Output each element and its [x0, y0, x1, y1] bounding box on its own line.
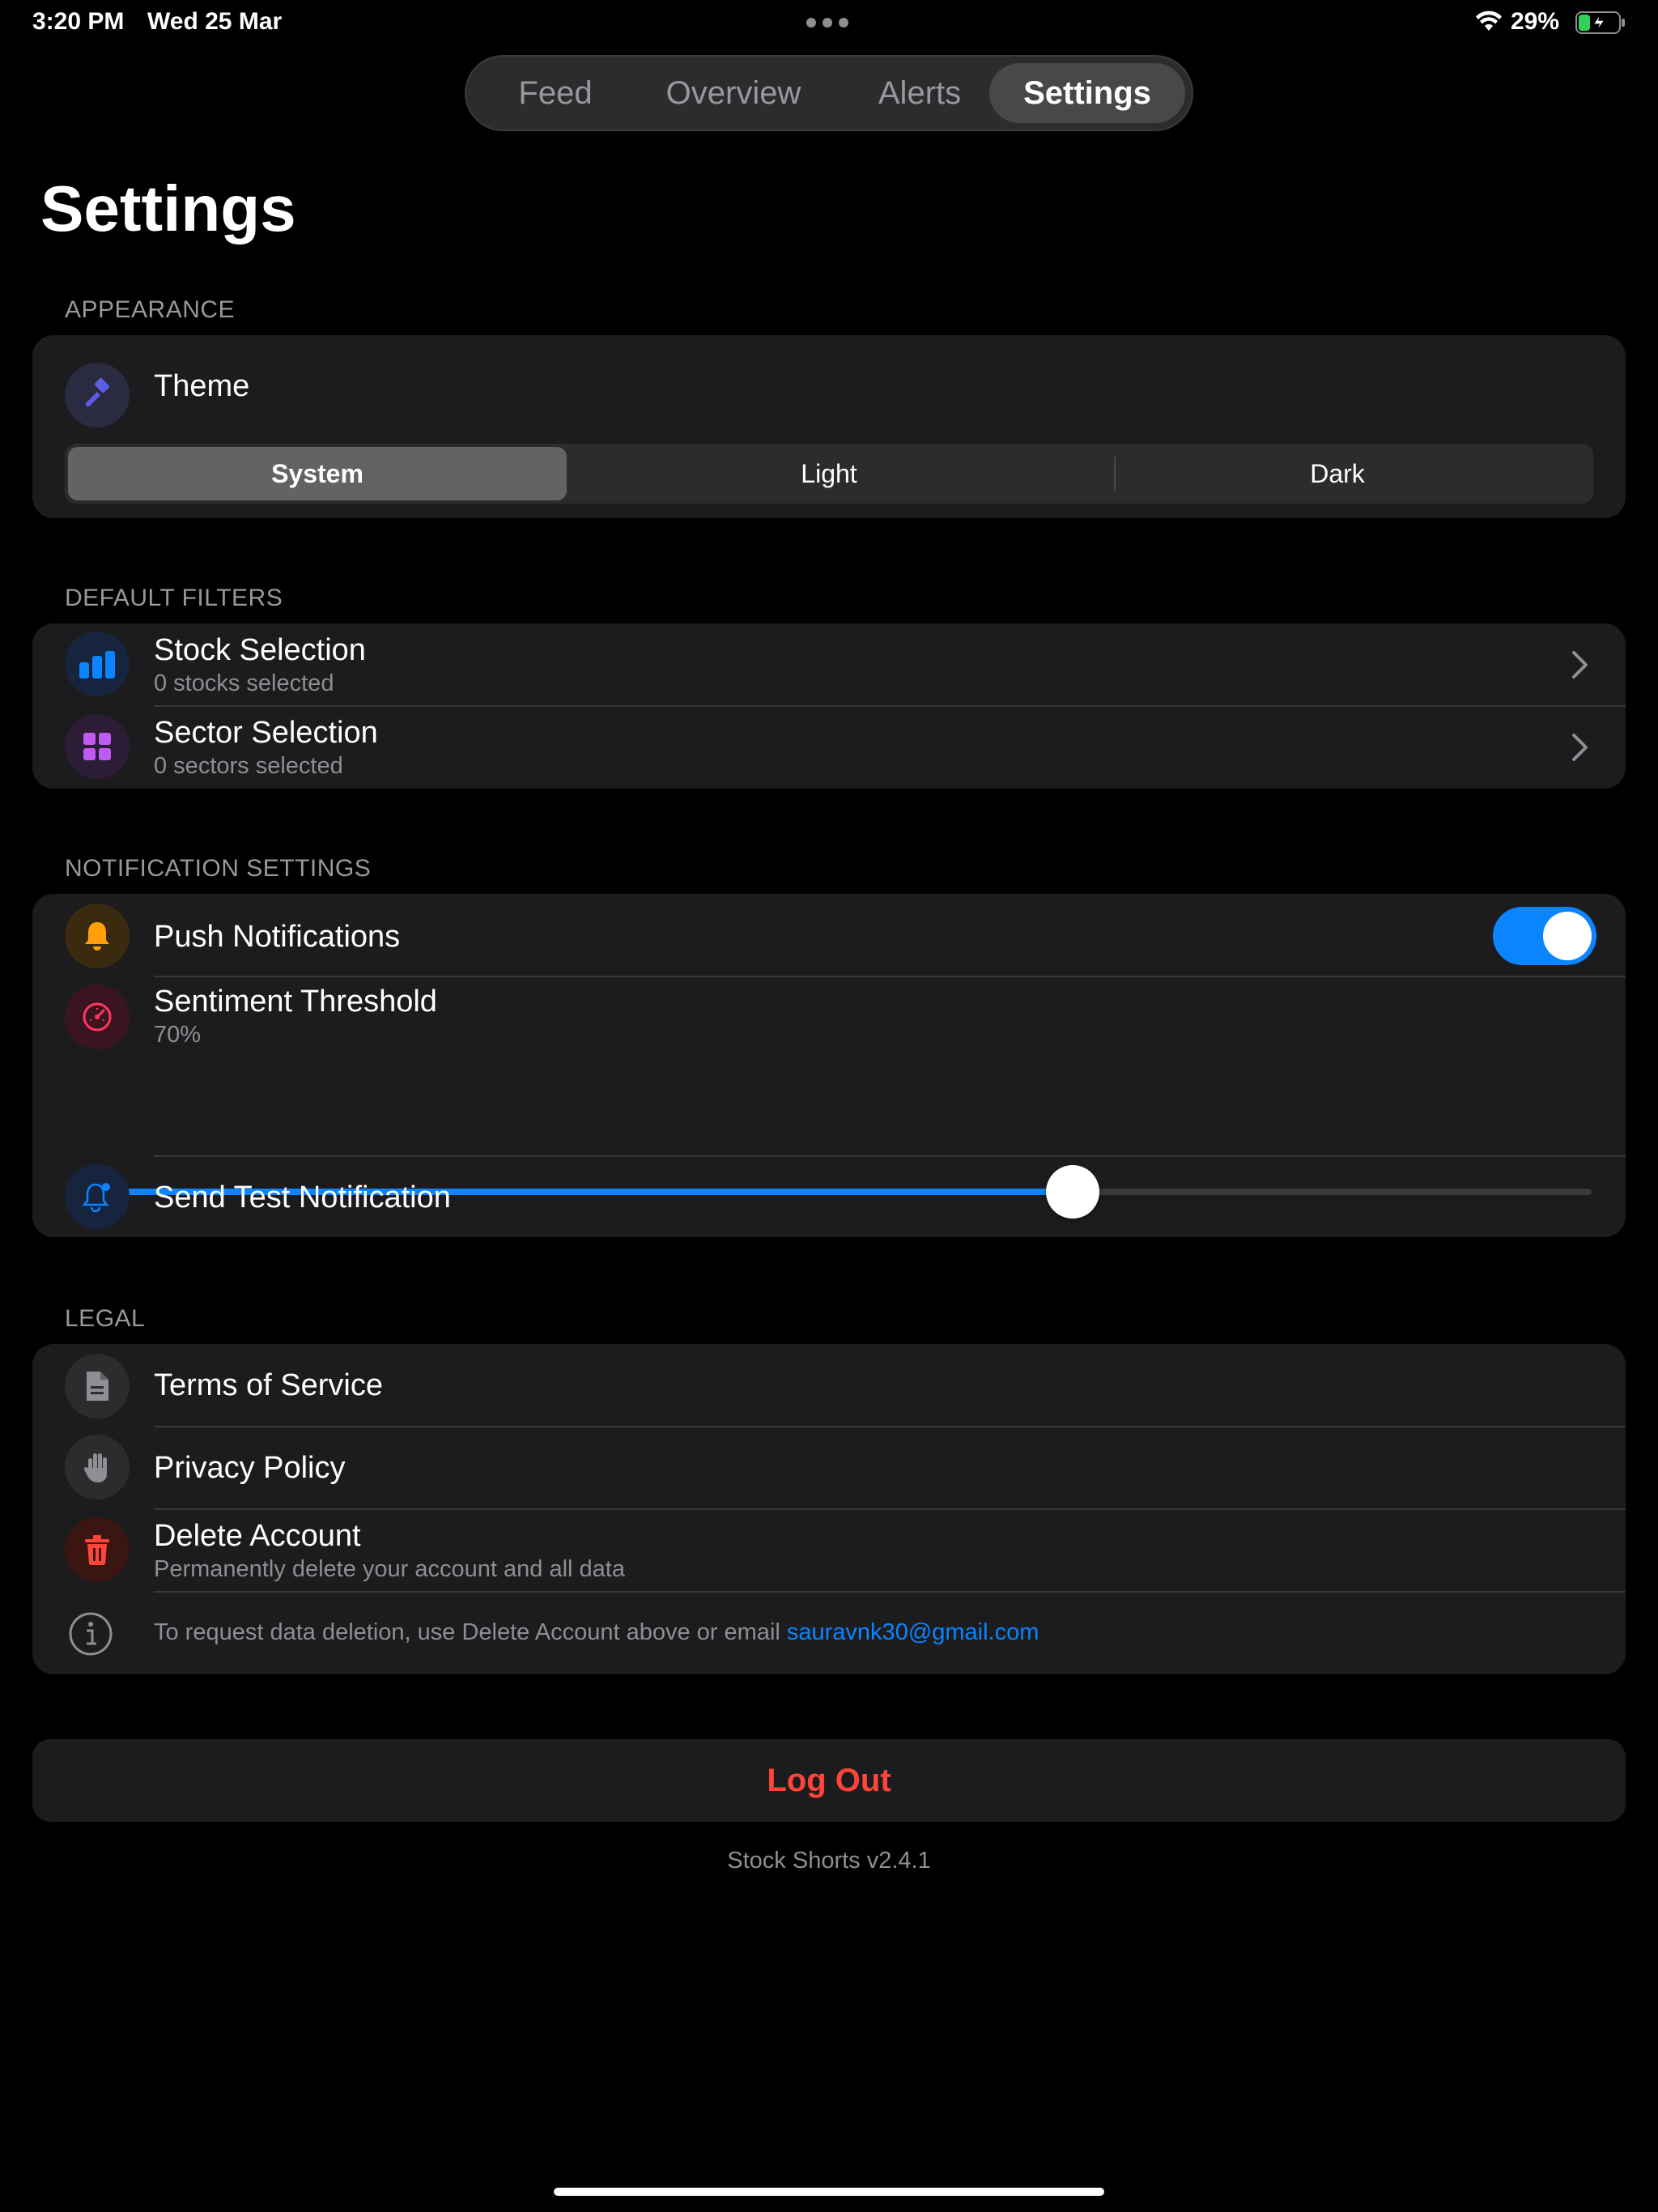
send-test-notification-row[interactable]: Send Test Notification	[32, 1156, 1626, 1237]
sector-selection-subtitle: 0 sectors selected	[154, 753, 343, 779]
delete-account-title: Delete Account	[154, 1519, 361, 1553]
notifications-card: Push Notifications Sentiment Threshold 7…	[32, 894, 1626, 1237]
tab-feed[interactable]: Feed	[491, 63, 620, 123]
theme-label: Theme	[154, 369, 250, 403]
privacy-policy-title: Privacy Policy	[154, 1451, 346, 1485]
privacy-policy-row[interactable]: Privacy Policy	[32, 1427, 1626, 1509]
theme-segmented-control: System Light Dark	[65, 444, 1593, 504]
theme-option-dark[interactable]: Dark	[1085, 447, 1590, 500]
battery-percent: 29%	[1511, 8, 1560, 35]
sector-selection-row[interactable]: Sector Selection 0 sectors selected	[32, 706, 1626, 789]
chevron-right-icon	[1572, 734, 1588, 761]
status-bar: 3:20 PM Wed 25 Mar 29%	[0, 0, 1658, 45]
delete-account-subtitle: Permanently delete your account and all …	[154, 1556, 625, 1582]
multitasking-dots-icon[interactable]	[806, 18, 848, 28]
bar-chart-icon	[65, 632, 130, 696]
sentiment-threshold-value: 70%	[154, 1022, 202, 1048]
section-header-default-filters: DEFAULT FILTERS	[65, 585, 283, 611]
battery-charging-icon	[1575, 11, 1625, 34]
theme-option-system[interactable]: System	[68, 447, 567, 500]
status-time: 3:20 PM	[32, 8, 125, 35]
legal-card: Terms of Service Privacy Policy Delete A…	[32, 1344, 1626, 1674]
info-text: To request data deletion, use Delete Acc…	[154, 1619, 787, 1645]
section-header-appearance: APPEARANCE	[65, 296, 236, 323]
tab-overview[interactable]: Overview	[636, 63, 831, 123]
page-title: Settings	[40, 172, 296, 245]
send-test-notification-title: Send Test Notification	[154, 1180, 451, 1214]
push-notifications-toggle[interactable]	[1493, 907, 1596, 965]
trash-icon	[65, 1517, 130, 1582]
default-filters-card: Stock Selection 0 stocks selected Sector…	[32, 623, 1626, 789]
home-indicator[interactable]	[554, 2188, 1104, 2196]
tab-alerts[interactable]: Alerts	[847, 63, 993, 123]
wifi-icon	[1476, 11, 1502, 31]
terms-of-service-row[interactable]: Terms of Service	[32, 1344, 1626, 1427]
appearance-card: Theme System Light Dark	[32, 335, 1626, 518]
stock-selection-row[interactable]: Stock Selection 0 stocks selected	[32, 623, 1626, 706]
section-header-legal: LEGAL	[65, 1305, 146, 1332]
sentiment-threshold-row: Sentiment Threshold 70%	[32, 976, 1626, 1195]
support-email-link[interactable]: sauravnk30@gmail.com	[787, 1619, 1039, 1645]
top-tab-bar: Feed Overview Alerts Settings	[465, 55, 1193, 131]
bell-badge-icon	[65, 1164, 130, 1229]
data-deletion-info-row: To request data deletion, use Delete Acc…	[32, 1592, 1626, 1674]
grid-icon	[65, 714, 130, 779]
tab-settings[interactable]: Settings	[989, 63, 1185, 123]
sentiment-threshold-title: Sentiment Threshold	[154, 985, 437, 1019]
terms-of-service-title: Terms of Service	[154, 1368, 383, 1402]
stock-selection-title: Stock Selection	[154, 633, 366, 667]
paintbrush-icon	[65, 363, 130, 428]
data-deletion-info-text: To request data deletion, use Delete Acc…	[154, 1619, 1039, 1646]
gauge-icon	[65, 985, 130, 1049]
delete-account-row[interactable]: Delete Account Permanently delete your a…	[32, 1509, 1626, 1592]
status-date: Wed 25 Mar	[147, 8, 283, 35]
log-out-button[interactable]: Log Out	[32, 1739, 1626, 1822]
chevron-right-icon	[1572, 651, 1588, 678]
sector-selection-title: Sector Selection	[154, 716, 378, 750]
stock-selection-subtitle: 0 stocks selected	[154, 670, 334, 696]
section-header-notifications: NOTIFICATION SETTINGS	[65, 855, 372, 882]
theme-option-light[interactable]: Light	[575, 447, 1083, 500]
push-notifications-row: Push Notifications	[32, 894, 1626, 976]
app-version: Stock Shorts v2.4.1	[727, 1848, 931, 1874]
info-icon	[69, 1612, 113, 1656]
push-notifications-title: Push Notifications	[154, 920, 401, 954]
document-icon	[65, 1354, 130, 1419]
hand-icon	[65, 1435, 130, 1499]
bell-icon	[65, 904, 130, 968]
